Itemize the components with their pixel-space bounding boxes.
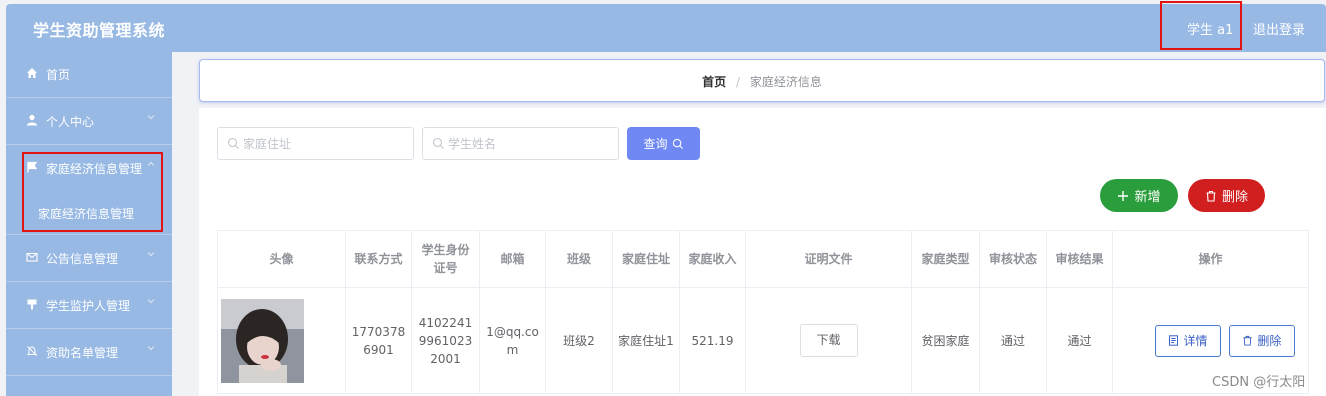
home-icon bbox=[26, 67, 38, 79]
sidebar-item-home[interactable]: 首页 bbox=[6, 52, 172, 98]
logout-link[interactable]: 退出登录 bbox=[1253, 19, 1305, 38]
watermark: CSDN @行太阳 bbox=[1212, 375, 1306, 390]
family-type-cell: 贫困家庭 bbox=[911, 287, 980, 394]
sidebar-item-label: 首页 bbox=[46, 68, 71, 82]
top-header: 学生资助管理系统 bbox=[6, 4, 1326, 52]
sidebar-item-label: 个人中心 bbox=[46, 115, 95, 129]
column-header: 审核结果 bbox=[1046, 230, 1113, 288]
income-cell: 521.19 bbox=[679, 287, 746, 394]
trash-icon bbox=[1243, 335, 1252, 346]
detail-button[interactable]: 详情 bbox=[1155, 324, 1221, 357]
sidebar-item-aid-list[interactable]: 资助名单管理 bbox=[6, 330, 172, 376]
breadcrumb-current: 家庭经济信息 bbox=[749, 75, 822, 89]
chevron-down-icon bbox=[146, 296, 156, 309]
search-icon bbox=[432, 137, 445, 150]
address-search-input[interactable] bbox=[243, 134, 403, 154]
bell-off-icon bbox=[26, 345, 38, 357]
column-header: 头像 bbox=[217, 230, 346, 288]
app-title: 学生资助管理系统 bbox=[33, 21, 166, 40]
sidebar-item-personal-center[interactable]: 个人中心 bbox=[6, 99, 172, 145]
guardian-icon bbox=[26, 298, 38, 310]
add-button[interactable]: 新增 bbox=[1100, 179, 1178, 212]
column-header: 学生身份证号 bbox=[411, 230, 480, 288]
column-header: 班级 bbox=[545, 230, 613, 288]
review-status-cell: 通过 bbox=[979, 287, 1047, 394]
sidebar-highlight-box bbox=[22, 152, 163, 232]
column-header: 审核状态 bbox=[979, 230, 1047, 288]
address-cell: 家庭住址1 bbox=[612, 287, 680, 394]
row-delete-button[interactable]: 删除 bbox=[1228, 324, 1295, 357]
sidebar-item-label: 学生监护人管理 bbox=[46, 299, 131, 313]
email-cell: 1@qq.com bbox=[479, 287, 546, 394]
delete-button[interactable]: 删除 bbox=[1188, 179, 1265, 212]
chevron-down-icon bbox=[146, 112, 156, 125]
address-search-field[interactable] bbox=[217, 127, 414, 160]
chevron-down-icon bbox=[146, 343, 156, 356]
avatar-cell bbox=[217, 287, 346, 394]
delete-label: 删除 bbox=[1221, 190, 1248, 205]
column-header: 家庭住址 bbox=[612, 230, 680, 288]
column-header: 邮箱 bbox=[479, 230, 546, 288]
user-icon bbox=[26, 114, 38, 126]
plus-icon bbox=[1118, 190, 1129, 201]
avatar bbox=[221, 298, 304, 383]
sidebar-item-label: 资助名单管理 bbox=[46, 346, 119, 360]
column-header: 家庭类型 bbox=[911, 230, 980, 288]
trash-icon bbox=[1206, 190, 1216, 202]
sidebar-item-announcements[interactable]: 公告信息管理 bbox=[6, 236, 172, 282]
column-header: 家庭收入 bbox=[679, 230, 746, 288]
search-icon bbox=[227, 137, 240, 150]
mail-icon bbox=[26, 251, 38, 263]
family-economy-table: 头像 联系方式 学生身份证号 邮箱 班级 家庭住址 家庭收入 证明文件 家庭类型… bbox=[217, 230, 1309, 394]
query-label: 查询 bbox=[643, 137, 668, 151]
breadcrumb: 首页 / 家庭经济信息 bbox=[200, 73, 1324, 90]
column-header: 联系方式 bbox=[345, 230, 412, 288]
contact-cell: 17703786901 bbox=[345, 287, 412, 394]
name-search-input[interactable] bbox=[448, 134, 608, 154]
query-button[interactable]: 查询 bbox=[627, 127, 700, 160]
current-user[interactable]: 学生 a1 bbox=[1187, 19, 1233, 38]
document-icon bbox=[1169, 335, 1179, 346]
sidebar-item-guardians[interactable]: 学生监护人管理 bbox=[6, 283, 172, 329]
breadcrumb-home[interactable]: 首页 bbox=[702, 75, 726, 89]
proof-file-cell: 下载 bbox=[745, 287, 912, 394]
id-number-cell: 410224199610232001 bbox=[411, 287, 480, 394]
sidebar-item-label: 公告信息管理 bbox=[46, 252, 119, 266]
table-header-row: 头像 联系方式 学生身份证号 邮箱 班级 家庭住址 家庭收入 证明文件 家庭类型… bbox=[217, 230, 1309, 288]
download-button[interactable]: 下载 bbox=[799, 324, 858, 357]
review-result-cell: 通过 bbox=[1046, 287, 1113, 394]
name-search-field[interactable] bbox=[422, 127, 619, 160]
column-header: 操作 bbox=[1112, 230, 1309, 288]
search-icon bbox=[672, 138, 683, 149]
add-label: 新增 bbox=[1134, 190, 1161, 205]
breadcrumb-separator: / bbox=[735, 75, 741, 89]
detail-label: 详情 bbox=[1183, 333, 1208, 348]
column-header: 证明文件 bbox=[745, 230, 912, 288]
breadcrumb-bar: 首页 / 家庭经济信息 bbox=[199, 59, 1325, 102]
row-delete-label: 删除 bbox=[1257, 333, 1282, 348]
class-cell: 班级2 bbox=[545, 287, 613, 394]
table-row: 17703786901 410224199610232001 1@qq.com … bbox=[217, 287, 1309, 394]
chevron-down-icon bbox=[146, 249, 156, 262]
